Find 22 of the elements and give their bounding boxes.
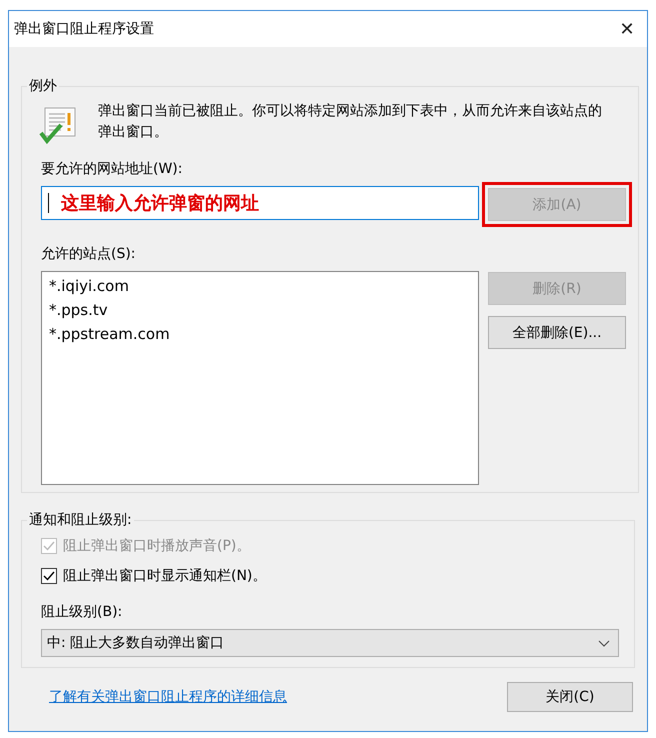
close-dialog-button[interactable]: 关闭(C) [507, 682, 633, 712]
list-label: 允许的站点(S): [41, 245, 137, 264]
description-text: 弹出窗口当前已被阻止。你可以将特定网站添加到下表中，从而允许来自该站点的弹出窗口。 [98, 102, 603, 142]
list-item[interactable]: *.pps.tv [49, 300, 471, 320]
checkbox[interactable] [41, 568, 57, 584]
field-label: 要允许的网站地址(W): [41, 160, 184, 179]
list-item[interactable]: *.iqiyi.com [49, 276, 471, 296]
address-field[interactable]: 这里输入允许弹窗的网址 [41, 186, 479, 220]
group-label: 例外 [28, 77, 58, 95]
window-title: 弹出窗口阻止程序设置 [14, 20, 154, 38]
checkbox-label: 阻止弹出窗口时播放声音(P)。 [63, 537, 250, 555]
document-check-icon [38, 105, 78, 145]
list-item[interactable]: *.ppstream.com [49, 324, 471, 344]
help-link[interactable]: 了解有关弹出窗口阻止程序的详细信息 [49, 688, 287, 706]
level-dropdown[interactable]: 中: 阻止大多数自动弹出窗口 [41, 629, 619, 657]
chevron-down-icon [598, 640, 610, 646]
checkbox-label: 阻止弹出窗口时显示通知栏(N)。 [63, 567, 266, 585]
close-button[interactable]: ✕ [607, 14, 647, 44]
annotation-text: 这里输入允许弹窗的网址 [61, 192, 259, 215]
field-label: 阻止级别(B): [41, 603, 124, 622]
remove-all-button[interactable]: 全部删除(E)... [488, 316, 626, 349]
group-label: 通知和阻止级别: [28, 511, 133, 529]
